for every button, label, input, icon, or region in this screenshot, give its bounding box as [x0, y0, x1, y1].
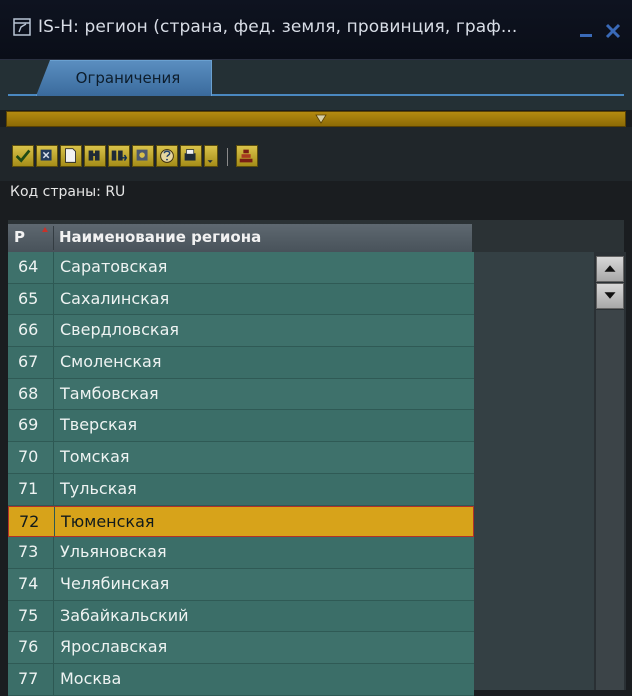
region-name: Тульская	[60, 478, 137, 498]
table-row[interactable]: 77 Москва	[8, 663, 474, 696]
cell-separator	[53, 378, 54, 410]
find-next-icon	[111, 150, 128, 161]
region-name: Саратовская	[60, 257, 168, 276]
region-code: 72	[19, 511, 40, 531]
scroll-down-button[interactable]	[596, 283, 624, 309]
region-code: 77	[18, 668, 39, 688]
table-empty-area	[474, 252, 594, 690]
table-row[interactable]: 65 Сахалинская	[8, 283, 474, 316]
country-code-label: Код страны: RU	[10, 184, 126, 200]
find-icon	[88, 150, 100, 161]
chevron-down-icon	[604, 292, 616, 299]
tab-restrictions[interactable]: Ограничения	[36, 60, 212, 96]
region-name: Смоленская	[60, 352, 162, 372]
region-code: 65	[18, 288, 39, 308]
chevron-up-icon	[604, 265, 616, 272]
help-button[interactable]	[156, 145, 178, 167]
new-button[interactable]	[60, 145, 82, 167]
region-code: 73	[18, 542, 39, 562]
table-row[interactable]: 73 Ульяновская	[8, 537, 474, 569]
cell-separator	[53, 315, 54, 347]
table-row[interactable]: 76 Ярославская	[8, 632, 474, 664]
region-name: Москва	[60, 668, 122, 688]
region-name: Ярославская	[60, 637, 168, 657]
region-name: Тверская	[60, 415, 138, 435]
table-row[interactable]: 66 Свердловская	[8, 315, 474, 348]
cancel-button[interactable]	[36, 145, 58, 167]
table-row[interactable]: 68 Тамбовская	[8, 378, 474, 411]
region-name: Забайкальский	[60, 605, 189, 625]
cell-separator	[53, 410, 54, 442]
table-row[interactable]: 67 Смоленская	[8, 347, 474, 379]
scroll-track[interactable]	[596, 310, 624, 690]
table-row[interactable]: 71 Тульская	[8, 473, 474, 506]
close-window-icon[interactable]	[604, 22, 622, 40]
cell-separator	[53, 537, 54, 568]
cell-separator	[53, 632, 54, 663]
region-code: 67	[18, 352, 39, 372]
table-row-selected[interactable]: 72 Тюменская	[8, 505, 474, 538]
table-row[interactable]: 74 Челябинская	[8, 568, 474, 601]
region-code: 68	[18, 383, 39, 403]
region-code: 76	[18, 637, 39, 657]
cell-separator	[53, 252, 54, 283]
cell-separator	[53, 347, 54, 378]
table-row[interactable]: 70 Томская	[8, 442, 474, 474]
print-button[interactable]	[180, 145, 202, 167]
cell-separator	[53, 600, 54, 632]
dropdown-icon	[207, 160, 213, 163]
region-name: Свердловская	[60, 320, 179, 340]
print-icon	[184, 149, 196, 161]
cell-separator	[53, 568, 54, 600]
find-button[interactable]	[84, 145, 106, 167]
region-code: 66	[18, 320, 39, 340]
region-code: 69	[18, 415, 39, 435]
new-document-icon	[65, 148, 76, 163]
technical-button[interactable]	[236, 145, 258, 167]
minimize-icon[interactable]	[578, 22, 596, 40]
checkmark-icon	[15, 149, 31, 163]
cell-separator	[54, 506, 55, 537]
table-row[interactable]: 69 Тверская	[8, 410, 474, 443]
region-name: Челябинская	[60, 573, 170, 593]
window-title: IS-H: регион (страна, фед. земля, провин…	[38, 17, 518, 37]
region-name: Томская	[60, 447, 130, 467]
collapse-arrow-icon[interactable]	[315, 113, 327, 125]
region-code: 71	[18, 478, 39, 498]
export-icon	[136, 149, 148, 161]
column-header-code[interactable]: Р	[14, 228, 25, 246]
column-separator[interactable]	[53, 226, 54, 250]
tab-label: Ограничения	[75, 69, 181, 87]
column-header-name[interactable]: Наименование региона	[59, 228, 261, 246]
cell-separator	[53, 473, 54, 505]
region-name: Тамбовская	[60, 383, 159, 403]
scroll-up-button[interactable]	[596, 256, 624, 282]
region-name: Сахалинская	[60, 288, 170, 308]
confirm-button[interactable]	[12, 145, 34, 167]
region-code: 75	[18, 605, 39, 625]
region-name: Тюменская	[61, 511, 155, 531]
region-name: Ульяновская	[60, 542, 167, 562]
region-code: 64	[18, 257, 39, 276]
region-code: 74	[18, 573, 39, 593]
splitter-bar[interactable]	[6, 111, 626, 127]
table-row[interactable]: 75 Забайкальский	[8, 600, 474, 633]
region-code: 70	[18, 447, 39, 467]
technical-icon	[239, 149, 253, 163]
window-edit-icon	[13, 18, 31, 36]
close-icon	[40, 149, 52, 161]
title-bar: IS-H: регион (страна, фед. земля, провин…	[0, 0, 632, 60]
toolbar-separator	[227, 148, 228, 166]
cell-separator	[53, 283, 54, 315]
cell-separator	[53, 663, 54, 695]
export-button[interactable]	[132, 145, 154, 167]
table-row[interactable]: 64 Саратовская	[8, 252, 474, 284]
table-body: 64 Саратовская 65 Сахалинская 66 Свердло…	[8, 252, 474, 696]
sort-ascending-icon	[42, 227, 48, 232]
cell-separator	[53, 442, 54, 473]
find-next-button[interactable]	[108, 145, 130, 167]
help-icon	[160, 149, 174, 163]
print-dropdown-button[interactable]	[204, 145, 218, 167]
